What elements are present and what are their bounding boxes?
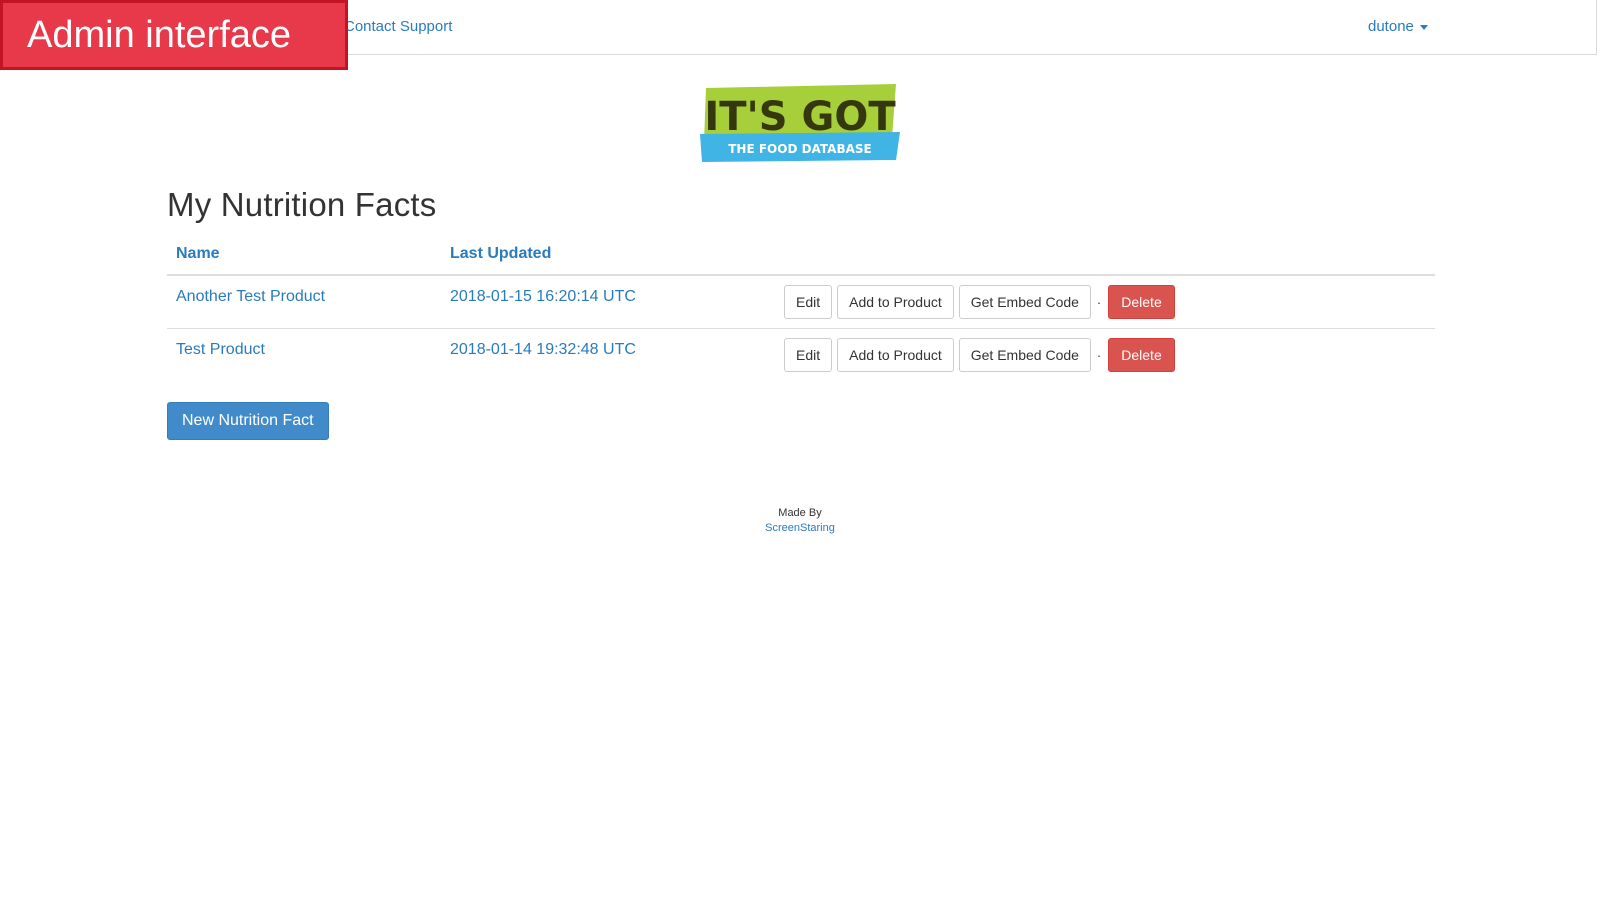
last-updated-link[interactable]: 2018-01-15 16:20:14 UTC (450, 288, 636, 306)
row-actions: Edit Add to Product Get Embed Code · Del… (784, 338, 1180, 372)
page-title: My Nutrition Facts (167, 186, 437, 223)
nutrition-facts-table: Name Last Updated Another Test Product 2… (167, 236, 1435, 381)
table-row: Test Product 2018-01-14 19:32:48 UTC Edi… (167, 329, 1435, 381)
user-menu-toggle[interactable]: dutone (1368, 18, 1428, 35)
column-header-last-updated[interactable]: Last Updated (450, 245, 551, 263)
column-header-name[interactable]: Name (176, 245, 220, 263)
table-row: Another Test Product 2018-01-15 16:20:14… (167, 276, 1435, 329)
delete-button[interactable]: Delete (1108, 285, 1175, 319)
get-embed-code-button[interactable]: Get Embed Code (958, 338, 1091, 372)
table-header: Name Last Updated (167, 236, 1435, 276)
new-nutrition-fact-button[interactable]: New Nutrition Fact (167, 402, 329, 440)
made-by-label: Made By (778, 507, 822, 519)
page: Contact Support dutone Admin interface I… (0, 0, 1600, 900)
its-got-logo: IT'S GOT THE FOOD DATABASE (700, 84, 900, 162)
row-actions: Edit Add to Product Get Embed Code · Del… (784, 285, 1180, 319)
product-name-link[interactable]: Another Test Product (176, 288, 325, 306)
add-to-product-button[interactable]: Add to Product (837, 285, 954, 319)
edit-button[interactable]: Edit (784, 285, 833, 319)
screenstaring-link[interactable]: ScreenStaring (765, 522, 835, 534)
delete-button[interactable]: Delete (1108, 338, 1175, 372)
get-embed-code-button[interactable]: Get Embed Code (958, 285, 1091, 319)
footer: Made By ScreenStaring (0, 506, 1600, 536)
logo-subtitle: THE FOOD DATABASE (728, 142, 871, 156)
separator-dot: · (1096, 347, 1102, 363)
caret-down-icon (1419, 25, 1428, 30)
admin-interface-label: Admin interface (0, 0, 348, 70)
separator-dot: · (1096, 294, 1102, 310)
edit-button[interactable]: Edit (784, 338, 833, 372)
logo-title: IT'S GOT (704, 94, 896, 140)
product-name-link[interactable]: Test Product (176, 341, 265, 359)
contact-support-link[interactable]: Contact Support (344, 18, 452, 35)
user-name: dutone (1368, 18, 1414, 35)
add-to-product-button[interactable]: Add to Product (837, 338, 954, 372)
last-updated-link[interactable]: 2018-01-14 19:32:48 UTC (450, 341, 636, 359)
